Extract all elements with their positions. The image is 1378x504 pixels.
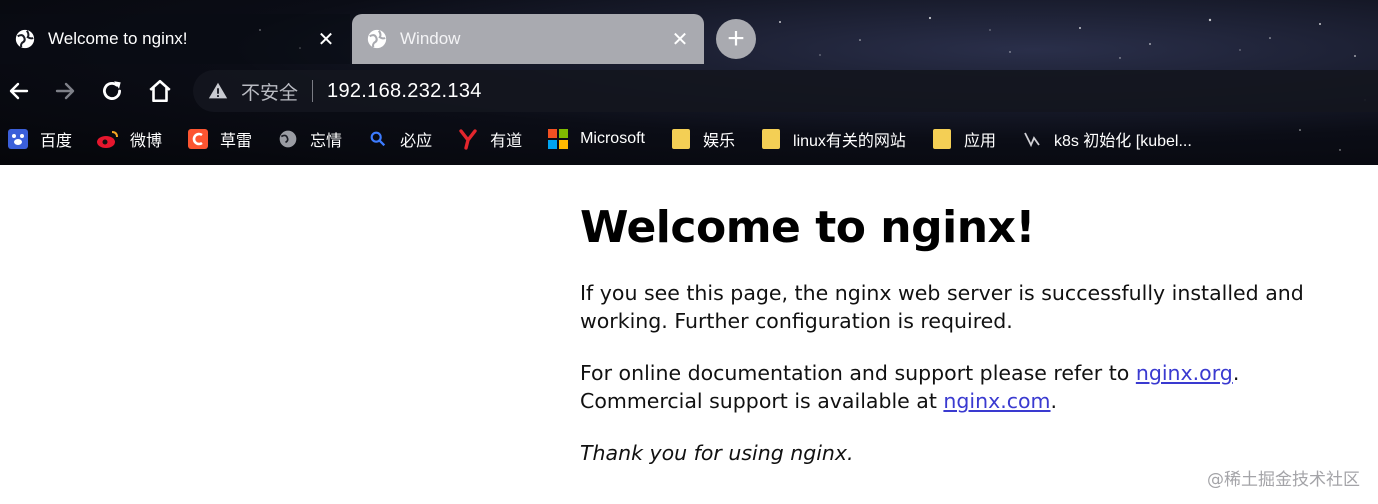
close-icon[interactable]: ✕ <box>670 29 690 51</box>
browser-chrome: Welcome to nginx! ✕ Window ✕ + 不安全 192.1… <box>0 0 1378 165</box>
microsoft-icon <box>546 127 570 151</box>
bookmark-label: 应用 <box>963 133 996 150</box>
omnibox-separator <box>312 80 314 102</box>
globe-icon <box>367 29 387 49</box>
bookmark-globe[interactable]: 忘情 <box>276 127 342 151</box>
bookmark-k8s-init[interactable]: k8s 初始化 [kubel... <box>1020 127 1192 151</box>
watermark: @稀土掘金技术社区 <box>1207 470 1360 490</box>
tab-welcome-to-nginx[interactable]: Welcome to nginx! ✕ <box>0 14 350 64</box>
tab-title: Window <box>400 29 461 48</box>
bookmark-folder-apps[interactable]: 应用 <box>930 127 996 151</box>
new-tab-button[interactable]: + <box>716 19 756 59</box>
bookmark-label: 有道 <box>490 133 523 150</box>
reload-icon <box>103 81 121 100</box>
back-button[interactable] <box>2 74 36 108</box>
bookmark-bing[interactable]: 必应 <box>366 127 432 151</box>
bookmark-microsoft[interactable]: Microsoft <box>546 127 645 151</box>
bookmark-label: 微博 <box>130 133 163 150</box>
doc-text-period: . <box>1232 361 1240 385</box>
globe-icon <box>276 127 300 151</box>
home-button[interactable] <box>143 74 177 108</box>
folder-icon <box>669 127 693 151</box>
bookmark-folder-entertainment[interactable]: 娱乐 <box>669 127 735 151</box>
forward-button[interactable] <box>48 74 82 108</box>
bookmark-label: 娱乐 <box>703 133 736 150</box>
bookmark-folder-linux-sites[interactable]: linux有关的网站 <box>759 127 906 151</box>
folder-icon <box>759 127 783 151</box>
nginx-org-link[interactable]: nginx.org <box>1136 361 1233 385</box>
youdao-icon <box>456 127 480 151</box>
tab-window[interactable]: Window ✕ <box>352 14 704 64</box>
home-icon <box>149 79 171 103</box>
weibo-icon <box>96 127 120 151</box>
csdn-icon <box>186 127 210 151</box>
globe-icon <box>15 29 35 49</box>
bookmark-label: 草雷 <box>220 133 253 150</box>
bookmark-label: 忘情 <box>310 133 343 150</box>
thanks-paragraph: Thank you for using nginx. <box>580 439 1340 467</box>
arrow-right-icon <box>55 82 75 100</box>
bookmark-weibo[interactable]: 微博 <box>96 127 162 151</box>
reload-button[interactable] <box>95 74 129 108</box>
documentation-paragraph: For online documentation and support ple… <box>580 359 1340 415</box>
bookmark-youdao[interactable]: 有道 <box>456 127 522 151</box>
url-text[interactable]: 192.168.232.134 <box>327 80 482 103</box>
page-heading: Welcome to nginx! <box>580 202 1035 253</box>
nginx-com-link[interactable]: nginx.com <box>943 389 1050 413</box>
intro-paragraph: If you see this page, the nginx web serv… <box>580 281 1304 333</box>
folder-icon <box>930 127 954 151</box>
warning-triangle-icon[interactable] <box>207 80 229 102</box>
bookmark-label: linux有关的网站 <box>793 133 906 150</box>
bookmarks-bar: 百度 微博 草雷 忘情 必应 有道 Microsoft 娱乐 linux有关的网… <box>0 118 1378 160</box>
bookmark-label: 必应 <box>400 133 433 150</box>
commercial-text: Commercial support is available at <box>580 389 944 413</box>
close-icon[interactable]: ✕ <box>316 29 336 51</box>
arrow-left-icon <box>9 82 29 100</box>
baidu-icon <box>6 127 30 151</box>
security-status-label[interactable]: 不安全 <box>241 78 298 105</box>
page-content: Welcome to nginx! If you see this page, … <box>580 168 1340 491</box>
commercial-text-period: . <box>1050 389 1058 413</box>
bookmark-label: k8s 初始化 [kubel... <box>1053 133 1192 150</box>
bing-search-icon <box>366 127 390 151</box>
tab-title: Welcome to nginx! <box>48 29 188 48</box>
bookmark-label: 百度 <box>40 133 73 150</box>
address-bar[interactable]: 不安全 192.168.232.134 <box>193 70 1378 112</box>
bookmark-csdn[interactable]: 草雷 <box>186 127 252 151</box>
bookmark-baidu[interactable]: 百度 <box>6 127 72 151</box>
doc-text: For online documentation and support ple… <box>580 361 1136 385</box>
bookmark-label: Microsoft <box>580 130 645 147</box>
k8s-icon <box>1020 127 1044 151</box>
thanks-text: Thank you for using nginx. <box>580 441 854 465</box>
